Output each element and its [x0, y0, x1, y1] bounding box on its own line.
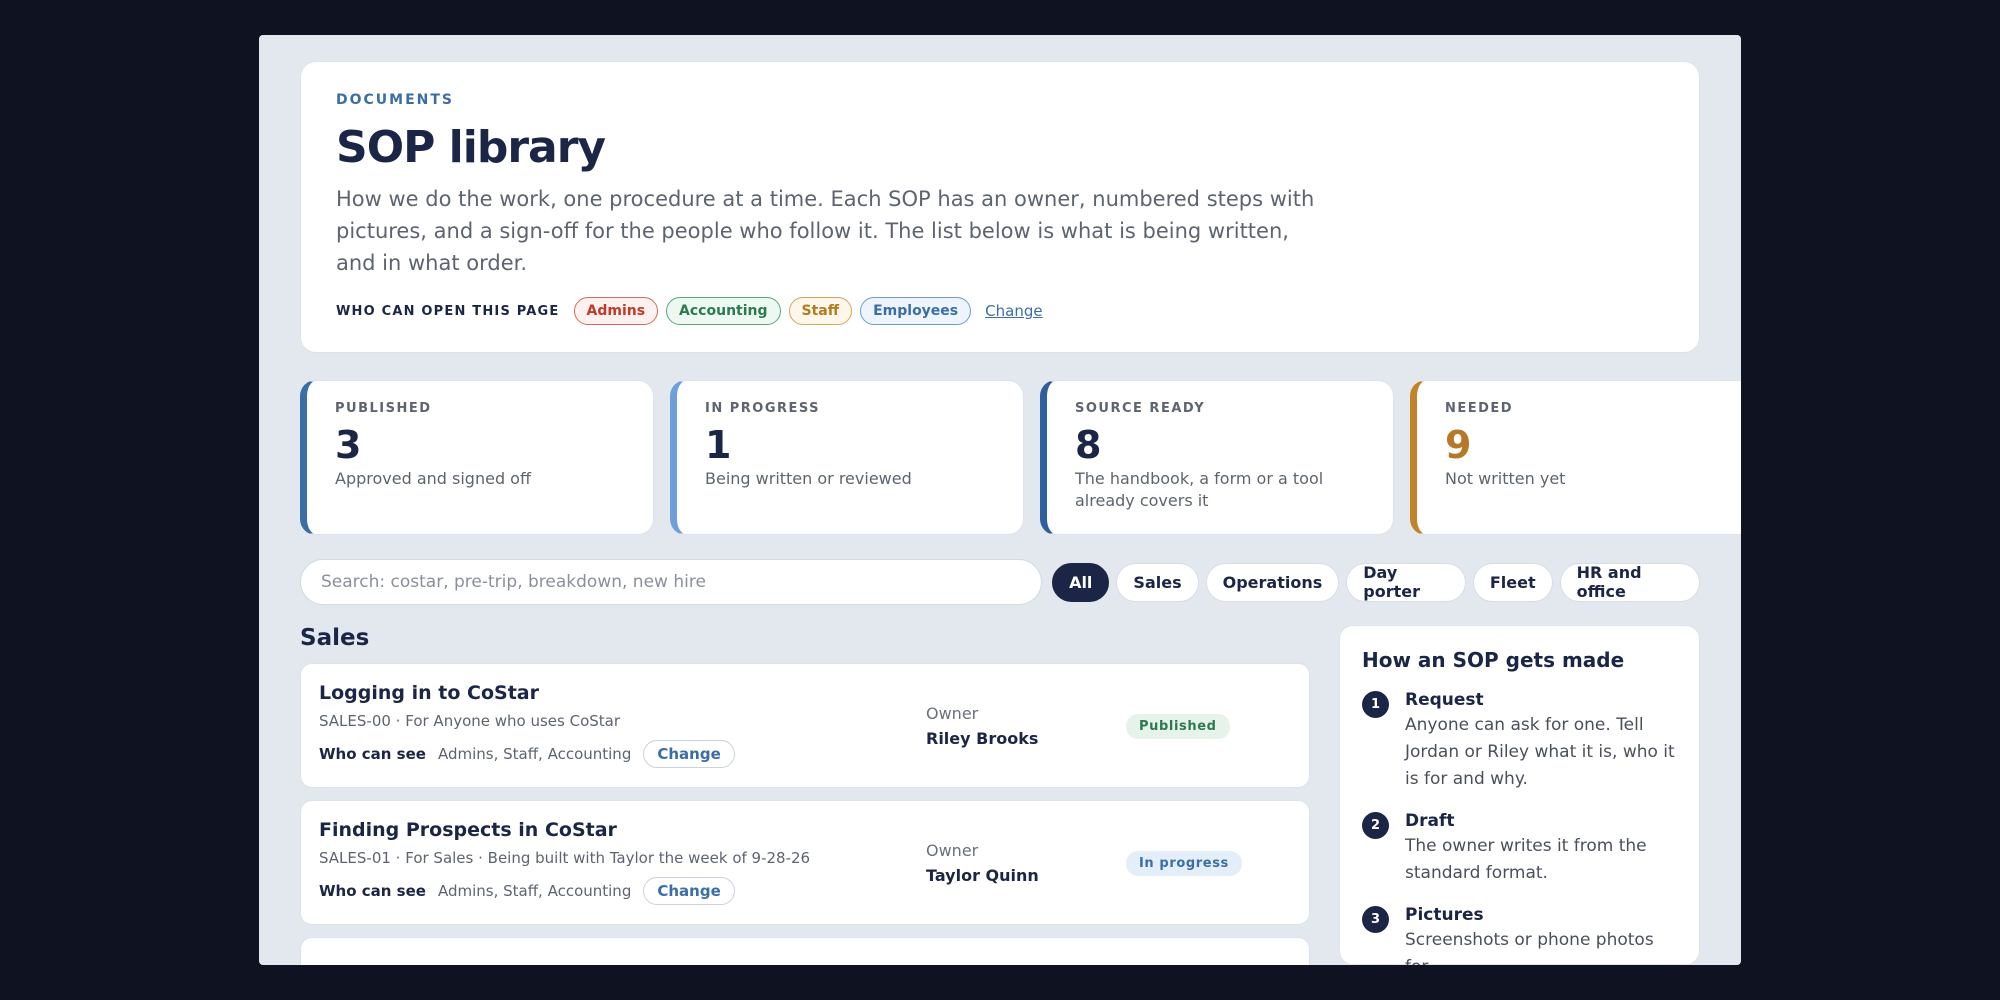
sop-access-label: Who can see: [319, 745, 426, 763]
step-title: Draft: [1405, 811, 1455, 831]
process-step: 2 Draft The owner writes it from the sta…: [1362, 811, 1677, 887]
stats-row: PUBLISHED 3 Approved and signed off IN P…: [300, 380, 1741, 535]
process-panel: How an SOP gets made 1 Request Anyone ca…: [1339, 625, 1700, 965]
filter-chip-all[interactable]: All: [1052, 562, 1110, 602]
stat-label: IN PROGRESS: [705, 401, 821, 416]
filter-chip-fleet[interactable]: Fleet: [1472, 562, 1553, 602]
owner-label: Owner: [926, 704, 979, 723]
stat-description: The handbook, a form or a tool already c…: [1075, 469, 1324, 510]
stat-value: 1: [705, 423, 732, 467]
sop-access-change-button[interactable]: Change: [643, 740, 735, 768]
owner-name: Taylor Quinn: [926, 866, 1039, 885]
process-step: 1 Request Anyone can ask for one. Tell J…: [1362, 690, 1677, 793]
status-badge: In progress: [1126, 851, 1242, 876]
stat-label: NEEDED: [1445, 401, 1514, 416]
step-title: Pictures: [1405, 905, 1484, 925]
filter-chip-day-porter[interactable]: Day porter: [1346, 562, 1466, 602]
sop-access-row: Who can see Admins, Staff, Accounting Ch…: [319, 877, 1291, 905]
main-columns: Sales Logging in to CoStar SALES-00 · Fo…: [300, 625, 1700, 965]
step-number: 2: [1362, 812, 1389, 839]
sop-list: Sales Logging in to CoStar SALES-00 · Fo…: [300, 625, 1310, 965]
owner-label: Owner: [926, 841, 979, 860]
filter-chip-hr-and-office[interactable]: HR and office: [1559, 562, 1700, 602]
step-body: Request Anyone can ask for one. Tell Jor…: [1405, 690, 1677, 793]
access-pill-admins: Admins: [573, 297, 659, 325]
owner-name: Riley Brooks: [926, 729, 1039, 748]
page-access-row: WHO CAN OPEN THIS PAGE Admins Accounting…: [336, 297, 1664, 325]
filter-chip-sales[interactable]: Sales: [1116, 562, 1199, 602]
page-description: How we do the work, one procedure at a t…: [336, 187, 1315, 275]
stat-value: 8: [1075, 423, 1102, 467]
sop-card[interactable]: Logging in to CoStar SALES-00 · For Anyo…: [300, 663, 1310, 788]
page-access-label: WHO CAN OPEN THIS PAGE: [336, 303, 560, 319]
stat-card-in-progress: IN PROGRESS 1 Being written or reviewed: [670, 380, 1024, 535]
access-pill-employees: Employees: [860, 297, 972, 325]
stat-card-published: PUBLISHED 3 Approved and signed off: [300, 380, 654, 535]
app-frame: DOCUMENTS SOP library How we do the work…: [259, 35, 1741, 965]
step-title: Request: [1405, 690, 1484, 710]
search-toolbar: All Sales Operations Day porter Fleet HR…: [300, 559, 1700, 605]
stat-card-source-ready: SOURCE READY 8 The handbook, a form or a…: [1040, 380, 1394, 535]
step-number: 1: [1362, 691, 1389, 718]
section-title-sales: Sales: [300, 625, 370, 651]
sop-title[interactable]: Logging in to CoStar: [319, 682, 1291, 704]
status-badge: Published: [1126, 714, 1230, 739]
step-body: Draft The owner writes it from the stand…: [1405, 811, 1677, 887]
filter-chip-operations[interactable]: Operations: [1205, 562, 1340, 602]
access-pill-accounting: Accounting: [666, 297, 781, 325]
search-input[interactable]: [300, 559, 1043, 605]
hero-card: DOCUMENTS SOP library How we do the work…: [300, 61, 1700, 353]
step-number: 3: [1362, 906, 1389, 933]
process-step: 3 Pictures Screenshots or phone photos f…: [1362, 905, 1677, 965]
access-pill-staff: Staff: [788, 297, 853, 325]
stat-description: Being written or reviewed: [705, 469, 912, 488]
page-content: DOCUMENTS SOP library How we do the work…: [300, 61, 1741, 965]
stat-value: 3: [335, 423, 362, 467]
sop-access-change-button[interactable]: Change: [643, 877, 735, 905]
step-body: Pictures Screenshots or phone photos for: [1405, 905, 1677, 965]
page-access-change-link[interactable]: Change: [985, 302, 1042, 320]
stat-card-needed: NEEDED 9 Not written yet: [1410, 380, 1741, 535]
sop-access-value: Admins, Staff, Accounting: [437, 882, 632, 900]
sop-access-row: Who can see Admins, Staff, Accounting Ch…: [319, 740, 1291, 768]
sop-card-partial[interactable]: [300, 937, 1310, 965]
page-eyebrow: DOCUMENTS: [336, 92, 455, 108]
step-description: Screenshots or phone photos for: [1405, 930, 1654, 965]
sop-access-label: Who can see: [319, 882, 426, 900]
stat-description: Approved and signed off: [335, 469, 531, 488]
stat-value: 9: [1445, 423, 1472, 467]
filter-chips: All Sales Operations Day porter Fleet HR…: [1052, 562, 1700, 602]
step-description: Anyone can ask for one. Tell Jordan or R…: [1405, 715, 1675, 789]
sop-owner: Owner Riley Brooks: [926, 704, 1038, 748]
sop-card[interactable]: Finding Prospects in CoStar SALES-01 · F…: [300, 800, 1310, 925]
stat-description: Not written yet: [1445, 469, 1566, 488]
sop-title[interactable]: Finding Prospects in CoStar: [319, 819, 1291, 841]
sop-owner: Owner Taylor Quinn: [926, 841, 1039, 885]
sop-access-value: Admins, Staff, Accounting: [437, 745, 632, 763]
step-description: The owner writes it from the standard fo…: [1405, 836, 1647, 883]
stat-label: SOURCE READY: [1075, 401, 1206, 416]
stat-label: PUBLISHED: [335, 401, 432, 416]
page-title: SOP library: [336, 122, 606, 173]
process-panel-title: How an SOP gets made: [1362, 648, 1625, 672]
